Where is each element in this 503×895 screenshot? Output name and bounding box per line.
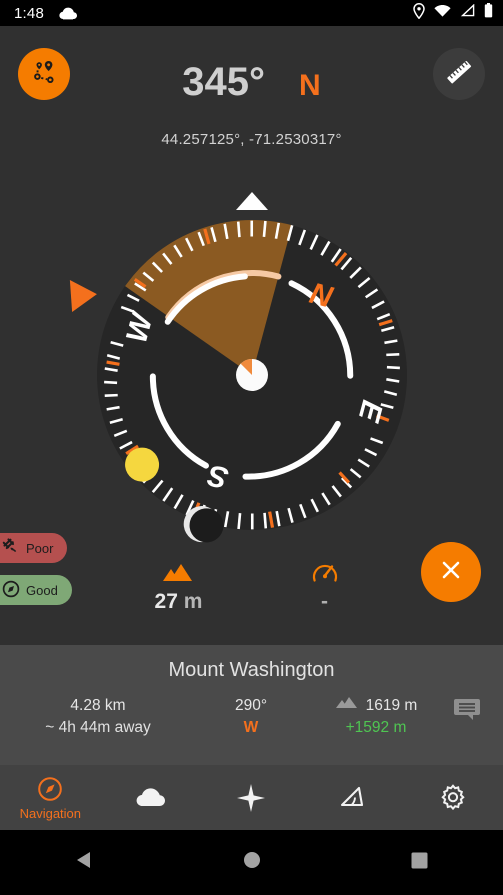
status-bar-icons [413,2,493,24]
heading-readout: 345° N [0,60,503,105]
gear-icon [439,783,467,812]
cloud-icon [58,6,78,20]
north-pointer-triangle [235,192,268,210]
destination-title: Mount Washington [168,659,335,681]
wifi-icon [434,4,451,22]
metric-altitude-value: 27 m [142,590,216,614]
compass-header: 345° N 44.257125°, -71.2530317° [0,26,503,148]
destination-distance: 4.28 km [70,697,126,714]
compass-dial[interactable]: N E S W [42,160,462,560]
destination-panel[interactable]: Mount Washington 4.28 km ~ 4h 44m away 2… [0,645,503,765]
coordinates-readout: 44.257125°, -71.2530317° [161,131,342,148]
destination-eta: ~ 4h 44m away [45,719,151,736]
destination-elevation: 1619 m [365,697,418,714]
destination-elevation-column: 1619 m +1592 m [306,695,446,739]
destination-bearing-direction: W [243,719,259,736]
altitude-number: 27 [154,590,178,613]
nav-item-navigation[interactable]: Navigation [0,765,101,830]
compass-dial-area[interactable]: N E S W [0,160,503,560]
speedometer-icon [288,560,362,586]
status-bar-clock: 1:48 [14,4,44,22]
altitude-unit: m [183,590,203,613]
star-four-point-icon [236,783,266,812]
metric-altitude: 27 m [142,560,216,614]
mountain-icon [335,695,359,717]
nav-item-navigation-label: Navigation [19,805,82,821]
android-back-button[interactable] [0,850,168,875]
status-bar: 1:48 [0,0,503,26]
android-navigation-bar [0,830,503,895]
satellite-icon [2,537,20,559]
heading-degrees: 345° [182,60,266,104]
android-recents-button[interactable] [335,852,503,874]
destination-distance-column: 4.28 km ~ 4h 44m away [0,695,196,739]
destination-bearing-column: 290° W [196,695,306,739]
nav-item-settings[interactable] [402,765,503,830]
compass-app-screen: 1:48 345° N 44.257125°, -71.2530317° N E… [0,0,503,895]
destination-bearing: 290° [234,697,268,714]
home-circle-icon [243,851,261,874]
metric-speed: - [288,560,362,614]
note-bubble-icon [453,699,483,727]
location-pin-icon [413,2,425,24]
heading-direction: N [299,69,321,102]
mountain-icon [142,560,216,586]
compass-icon [37,775,63,803]
bottom-navigation-bar: Navigation [0,765,503,830]
nav-item-stars[interactable] [201,765,302,830]
recents-square-icon [411,852,428,874]
cancel-navigation-button[interactable] [421,542,481,602]
battery-icon [484,3,493,23]
android-home-button[interactable] [168,851,336,874]
target-bearing-marker-icon [69,280,97,312]
destination-stats: 4.28 km ~ 4h 44m away 290° W 1619 m +159… [0,695,503,739]
destination-elevation-delta: +1592 m [345,719,407,736]
compass-center-hub [235,359,268,391]
metric-speed-value: - [321,590,328,613]
cell-signal-icon [460,3,475,22]
badge-gps-label: Poor [26,540,54,556]
badge-gps-quality[interactable]: Poor [0,533,68,563]
back-triangle-icon [74,850,94,875]
nav-item-weather[interactable] [101,765,202,830]
cloud-icon [134,784,168,812]
destination-note-button[interactable] [453,697,483,728]
close-x-icon [437,556,465,589]
angle-icon [338,784,366,812]
nav-item-inclinometer[interactable] [302,765,403,830]
